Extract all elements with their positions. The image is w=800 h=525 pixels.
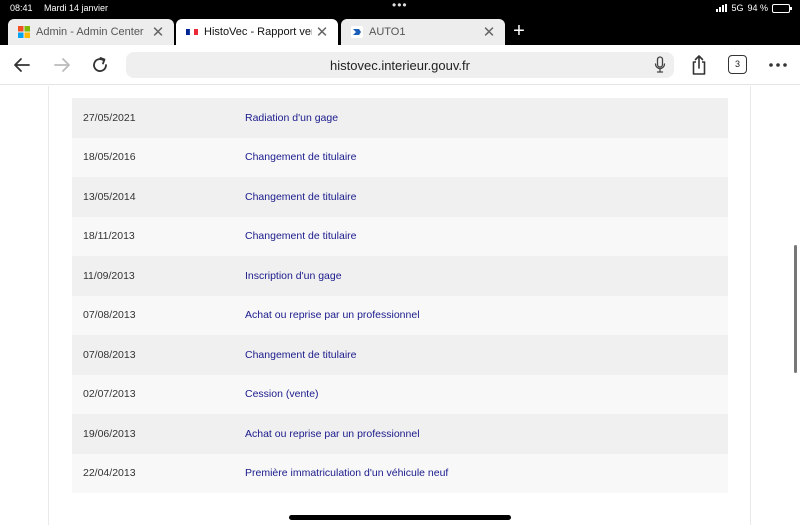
page-border-left xyxy=(48,86,49,525)
page-content: 27/05/2021 Radiation d'un gage 18/05/2016 C… xyxy=(0,86,800,525)
network-type: 5G xyxy=(731,3,744,13)
share-button[interactable] xyxy=(686,53,712,77)
admin-center-icon xyxy=(18,26,30,38)
history-event: Changement de titulaire xyxy=(245,151,357,164)
table-row: 02/07/2013 Cession (vente) xyxy=(72,374,728,414)
history-date: 18/11/2013 xyxy=(83,230,135,243)
arrow-left-icon xyxy=(14,58,30,72)
history-event: Changement de titulaire xyxy=(245,230,357,243)
tab-title: AUTO1 xyxy=(369,26,406,38)
history-date: 13/05/2014 xyxy=(83,190,136,203)
history-date: 07/08/2013 xyxy=(83,348,136,361)
table-row: 22/04/2013 Première immatriculation d'un … xyxy=(72,453,728,493)
close-tab-icon[interactable]: ✕ xyxy=(312,23,332,41)
microphone-icon[interactable] xyxy=(654,56,666,74)
status-indicators: 5G 94 % xyxy=(716,3,792,13)
history-event: Inscription d'un gage xyxy=(245,269,342,282)
table-row: 19/06/2013 Achat ou reprise par un profes… xyxy=(72,414,728,454)
close-tab-icon[interactable]: ✕ xyxy=(479,23,499,41)
share-icon xyxy=(692,55,706,75)
tab-histovec[interactable]: HistoVec - Rapport vendeur ✕ xyxy=(176,19,338,45)
arrow-right-icon xyxy=(54,58,70,72)
forward-button[interactable] xyxy=(49,53,75,77)
table-row: 13/05/2014 Changement de titulaire xyxy=(72,177,728,217)
tab-strip: Admin - Admin Center ✕ HistoVec - Rappor… xyxy=(0,17,800,45)
tab-auto1[interactable]: AUTO1 ✕ xyxy=(341,19,505,45)
vehicle-history-table: 27/05/2021 Radiation d'un gage 18/05/2016 C… xyxy=(72,98,728,493)
table-row: 27/05/2021 Radiation d'un gage xyxy=(72,98,728,138)
ellipsis-icon xyxy=(769,63,787,67)
table-row: 18/11/2013 Changement de titulaire xyxy=(72,216,728,256)
status-time: 08:41 xyxy=(10,3,33,13)
french-flag-icon xyxy=(186,28,198,36)
history-date: 22/04/2013 xyxy=(83,467,136,480)
history-event: Première immatriculation d'un véhicule n… xyxy=(245,467,449,480)
battery-icon xyxy=(772,3,792,13)
history-date: 07/08/2013 xyxy=(83,309,136,322)
page-border-right xyxy=(750,86,751,525)
history-event: Changement de titulaire xyxy=(245,348,357,361)
back-button[interactable] xyxy=(9,53,35,77)
multitasking-dots-icon[interactable]: ••• xyxy=(392,0,408,12)
history-date: 18/05/2016 xyxy=(83,151,136,164)
history-date: 19/06/2013 xyxy=(83,427,136,440)
reload-icon xyxy=(93,57,107,72)
tab-title: Admin - Admin Center xyxy=(36,26,144,38)
more-menu-button[interactable] xyxy=(765,53,791,77)
new-tab-button[interactable]: + xyxy=(508,18,530,44)
battery-percent: 94 % xyxy=(747,3,768,13)
scrollbar[interactable] xyxy=(794,245,797,373)
history-event: Achat ou reprise par un professionnel xyxy=(245,309,420,322)
history-event: Radiation d'un gage xyxy=(245,111,339,124)
history-event: Changement de titulaire xyxy=(245,190,357,203)
home-indicator[interactable] xyxy=(289,515,511,520)
table-row: 18/05/2016 Changement de titulaire xyxy=(72,137,728,177)
tab-title: HistoVec - Rapport vendeur xyxy=(204,26,312,38)
close-tab-icon[interactable]: ✕ xyxy=(148,23,168,41)
history-date: 02/07/2013 xyxy=(83,388,136,401)
history-event: Achat ou reprise par un professionnel xyxy=(245,427,420,440)
history-date: 11/09/2013 xyxy=(83,269,135,282)
auto1-icon xyxy=(351,26,363,38)
address-bar[interactable]: histovec.interieur.gouv.fr xyxy=(126,52,674,78)
history-date: 27/05/2021 xyxy=(83,111,136,124)
browser-toolbar: histovec.interieur.gouv.fr 3 xyxy=(0,45,800,85)
table-row: 07/08/2013 Changement de titulaire xyxy=(72,335,728,375)
status-date: Mardi 14 janvier xyxy=(44,3,109,13)
cellular-signal-icon xyxy=(716,4,728,12)
table-row: 11/09/2013 Inscription d'un gage xyxy=(72,256,728,296)
status-bar: 08:41 Mardi 14 janvier ••• 5G 94 % xyxy=(0,0,800,17)
url-text: histovec.interieur.gouv.fr xyxy=(330,58,470,73)
tab-admin-center[interactable]: Admin - Admin Center ✕ xyxy=(8,19,174,45)
reload-button[interactable] xyxy=(87,53,113,77)
tabs-overview-button[interactable]: 3 xyxy=(728,55,747,74)
history-event: Cession (vente) xyxy=(245,388,319,401)
table-row: 07/08/2013 Achat ou reprise par un profes… xyxy=(72,295,728,335)
